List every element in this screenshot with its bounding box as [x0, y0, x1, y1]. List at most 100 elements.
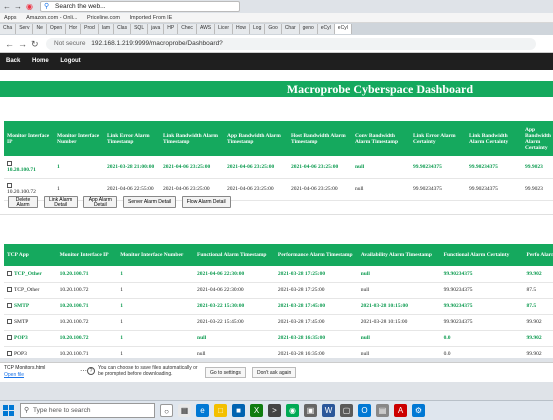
- nav-back-link[interactable]: Back: [6, 53, 20, 70]
- remote-desktop-icon[interactable]: ▢: [340, 404, 353, 417]
- open-file-link[interactable]: Open file: [4, 372, 45, 378]
- edge-icon[interactable]: e: [196, 404, 209, 417]
- not-secure-label[interactable]: Not secure: [54, 40, 85, 47]
- tcp-app-name: SMTP: [14, 319, 29, 325]
- cell-tcp-app: SMTP: [4, 298, 57, 315]
- table-row[interactable]: TCP_Other 10.20.100.72 1 2021-04-06 22:30:0…: [4, 282, 553, 299]
- forward-icon[interactable]: →: [14, 2, 22, 11]
- reload-icon[interactable]: ↻: [31, 39, 39, 50]
- browser-top-bar: ← → ◉ ⚲ Search the web...: [0, 0, 553, 13]
- task-view-icon[interactable]: ▦: [178, 404, 191, 417]
- more-options-icon[interactable]: ⋯: [80, 367, 87, 375]
- row-checkbox[interactable]: [7, 319, 12, 325]
- cell-availability-ts: null: [357, 330, 441, 347]
- url-field[interactable]: Not secure 192.168.1.219:9999/macroprobe…: [46, 38, 536, 50]
- file-explorer-icon[interactable]: □: [214, 404, 227, 417]
- notepad-icon[interactable]: ▤: [376, 404, 389, 417]
- cell-link-bw-ts: 2021-04-06 23:25:00: [160, 156, 224, 179]
- col-monitor-ip: Monitor Interface IP: [4, 121, 54, 156]
- outlook-icon[interactable]: O: [358, 404, 371, 417]
- web-search-box[interactable]: ⚲ Search the web...: [40, 1, 240, 12]
- app-alarm-detail-button[interactable]: App Alarm Detail: [83, 196, 118, 208]
- browser-tab[interactable]: Licer: [215, 24, 233, 34]
- browser-tab[interactable]: Char: [281, 24, 300, 34]
- tcp-app-name: TCP_Other: [14, 287, 40, 293]
- row-checkbox[interactable]: [7, 287, 12, 293]
- cell-functional-ts: 2021-03-22 15:45:00: [194, 314, 275, 331]
- cell-functional-ts: null: [194, 346, 275, 363]
- cell-host-bw-ts: 2021-04-06 23:25:00: [288, 156, 352, 179]
- back-icon[interactable]: ←: [3, 2, 11, 11]
- store-icon[interactable]: ■: [232, 404, 245, 417]
- browser-tab[interactable]: Goo: [265, 24, 282, 34]
- chrome-icon[interactable]: ◉: [286, 404, 299, 417]
- table-row[interactable]: POP3 10.20.100.72 1 null 2021-03-28 16:35:00…: [4, 330, 553, 347]
- delete-alarm-button[interactable]: Delete Alarm: [8, 196, 38, 208]
- nav-forward-icon[interactable]: →: [18, 39, 27, 49]
- browser-tab[interactable]: Cha: [0, 24, 17, 34]
- windows-start-icon[interactable]: [3, 405, 14, 416]
- browser-tab[interactable]: eCyl: [334, 24, 352, 34]
- row-checkbox[interactable]: [7, 270, 12, 276]
- table-row[interactable]: SMTP 10.20.100.71 1 2021-03-22 15:30:00 2021…: [4, 298, 553, 315]
- download-item[interactable]: TCP Monitors.html Open file: [4, 365, 45, 378]
- browser-tab[interactable]: Iam: [98, 24, 115, 34]
- browser-tab[interactable]: Clas: [114, 24, 132, 34]
- browser-tab[interactable]: java: [148, 24, 165, 34]
- terminal-icon[interactable]: >: [268, 404, 281, 417]
- table-row[interactable]: POP3 10.20.100.71 1 null 2021-03-28 16:35:00…: [4, 346, 553, 363]
- web-search-text: Search the web...: [55, 3, 106, 10]
- go-to-settings-button[interactable]: Go to settings: [205, 367, 246, 378]
- info-icon: ?: [87, 367, 95, 375]
- cell-ip: 10.20.100.71: [56, 298, 118, 315]
- bookmark-amazon[interactable]: Amazon.com - Onli...: [26, 15, 77, 21]
- cell-performance-cert: 87.5: [523, 282, 553, 299]
- server-alarm-detail-button[interactable]: Server Alarm Detail: [123, 196, 177, 208]
- col-link-error-ts: Link Error Alarm Timestamp: [104, 121, 160, 156]
- table-row[interactable]: TCP_Other 10.20.100.71 1 2021-04-06 22:30:0…: [4, 266, 553, 283]
- browser-tab[interactable]: Open: [46, 24, 67, 34]
- word-icon[interactable]: W: [322, 404, 335, 417]
- bookmark-apps[interactable]: Apps: [4, 15, 17, 21]
- table-row[interactable]: SMTP 10.20.100.72 1 2021-03-22 15:45:00 2021…: [4, 314, 553, 331]
- browser-tab[interactable]: Hor: [66, 24, 82, 34]
- dont-ask-again-button[interactable]: Don't ask again: [252, 367, 297, 378]
- settings-icon[interactable]: ⚙: [412, 404, 425, 417]
- excel-icon[interactable]: X: [250, 404, 263, 417]
- browser-tab[interactable]: Serv: [16, 24, 34, 34]
- browser-tab[interactable]: How: [233, 24, 251, 34]
- cell-functional-ts: 2021-04-06 22:30:00: [194, 282, 275, 299]
- browser-tab[interactable]: HP: [164, 24, 179, 34]
- nav-home-link[interactable]: Home: [32, 53, 49, 70]
- row-checkbox[interactable]: [7, 160, 12, 166]
- tcp-app-name: TCP_Other: [14, 270, 42, 277]
- download-warning: ? You can choose to save files automatic…: [87, 365, 198, 377]
- browser-tab[interactable]: eCyl: [317, 24, 335, 34]
- row-checkbox[interactable]: [7, 183, 12, 189]
- browser-tab[interactable]: Prod: [81, 24, 99, 34]
- row-checkbox[interactable]: [7, 335, 12, 341]
- app-icon[interactable]: ▣: [304, 404, 317, 417]
- col-performance-cert: Perfo Alarm C: [523, 244, 553, 266]
- browser-tab[interactable]: Chec: [178, 24, 197, 34]
- row-checkbox[interactable]: [7, 303, 12, 309]
- bookmark-imported[interactable]: Imported From IE: [130, 15, 173, 21]
- flow-alarm-detail-button[interactable]: Flow Alarm Detail: [181, 196, 231, 208]
- browser-tab[interactable]: Ne: [33, 24, 47, 34]
- table-row[interactable]: 10.20.100.71 1 2021-03-28 21:00:00 2021-…: [4, 156, 553, 179]
- search-icon: ⚲: [24, 407, 30, 414]
- browser-tab[interactable]: SQL: [131, 24, 149, 34]
- link-alarm-detail-button[interactable]: Link Alarm Detail: [43, 196, 78, 208]
- row-checkbox[interactable]: [7, 351, 12, 357]
- browser-tab[interactable]: AWS: [196, 24, 216, 34]
- cell-functional-cert: 99.90234375: [440, 314, 524, 331]
- cortana-icon[interactable]: ○: [160, 404, 173, 417]
- bookmark-priceline[interactable]: Priceline.com: [87, 15, 120, 21]
- cell-number: 1: [117, 346, 195, 363]
- browser-tab[interactable]: Log: [250, 24, 266, 34]
- pdf-icon[interactable]: A: [394, 404, 407, 417]
- taskbar-search[interactable]: ⚲ Type here to search: [20, 403, 155, 418]
- nav-logout-link[interactable]: Logout: [60, 53, 80, 70]
- nav-back-icon[interactable]: ←: [5, 39, 14, 49]
- browser-tab[interactable]: geno: [299, 24, 318, 34]
